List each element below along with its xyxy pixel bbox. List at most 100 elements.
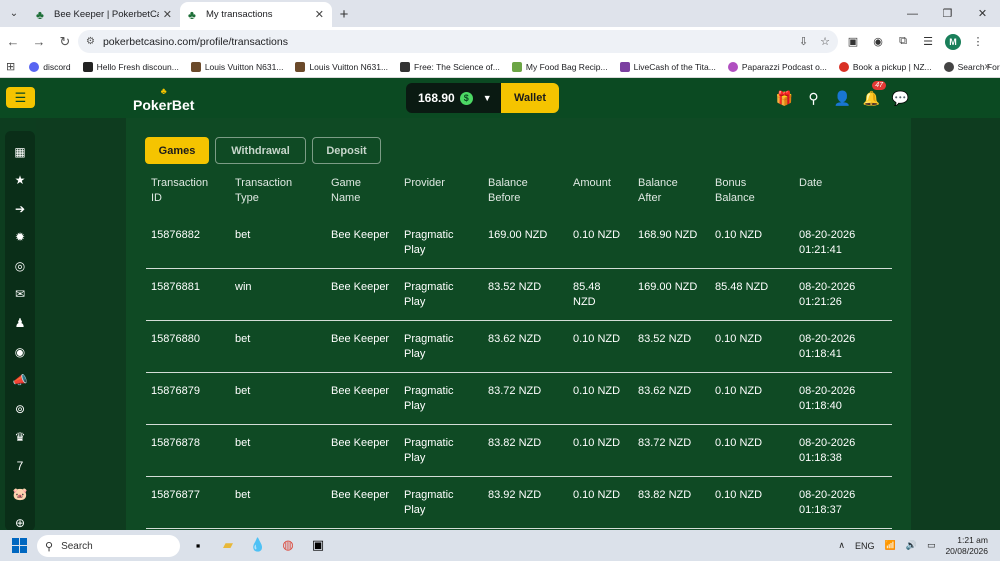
taskbar-clock[interactable]: 1:21 am 20/08/2026 bbox=[945, 535, 988, 557]
cell-line: 08-20-2026 bbox=[799, 385, 856, 397]
column-header-after: Balance After bbox=[638, 176, 678, 206]
app-window-icon[interactable]: ▣ bbox=[308, 535, 328, 555]
header-line: Balance bbox=[488, 177, 528, 189]
cell-provider: Pragmatic Play bbox=[404, 384, 454, 414]
tray-chevron-up-icon[interactable]: ∧ bbox=[838, 540, 845, 551]
header-line bbox=[573, 191, 611, 206]
calendar-icon[interactable]: ▦ bbox=[5, 142, 35, 162]
search-icon[interactable]: ⚲ bbox=[799, 90, 828, 107]
bookmark-item[interactable]: Hello Fresh discoun... bbox=[82, 61, 179, 72]
tab-my-transactions[interactable]: ♣ My transactions ✕ bbox=[180, 2, 332, 27]
battery-icon[interactable]: ▭ bbox=[927, 540, 936, 551]
extensions-puzzle-icon[interactable]: ⧉ bbox=[895, 34, 911, 50]
header-line: Amount bbox=[573, 177, 611, 189]
cell-line: 01:21:26 bbox=[799, 296, 842, 308]
row-divider bbox=[146, 528, 892, 529]
kebab-menu-icon[interactable]: ⋮ bbox=[970, 34, 986, 50]
clock-date: 20/08/2026 bbox=[945, 545, 988, 556]
hamburger-menu-icon[interactable]: ☰ bbox=[6, 87, 35, 108]
cell-date: 08-20-2026 01:21:41 bbox=[799, 228, 855, 258]
crown-icon[interactable]: ♛ bbox=[5, 427, 35, 447]
bookmark-item[interactable]: Louis Vuitton N631... bbox=[190, 61, 283, 72]
cell-line: 08-20-2026 bbox=[799, 437, 856, 449]
taskbar-search[interactable]: ⚲ Search bbox=[37, 535, 180, 557]
wifi-icon[interactable]: 📶 bbox=[885, 540, 896, 551]
address-bar[interactable]: ⚙ pokerbetcasino.com/profile/transaction… bbox=[78, 30, 838, 53]
close-icon[interactable]: ✕ bbox=[315, 8, 324, 21]
site-info-icon[interactable]: ⚙ bbox=[86, 36, 95, 47]
bell-icon[interactable]: 🔔 47 bbox=[857, 80, 886, 107]
minimize-icon[interactable]: — bbox=[895, 0, 930, 27]
arrow-right-circle-icon[interactable]: ➔ bbox=[5, 199, 35, 219]
bookmark-item[interactable]: Search Forums bbox=[943, 61, 1000, 72]
cell-before: 83.62 NZD bbox=[488, 333, 542, 345]
bookmark-favicon bbox=[727, 61, 738, 72]
chess-piece-icon[interactable]: ♟ bbox=[5, 313, 35, 333]
close-icon[interactable]: ✕ bbox=[163, 8, 172, 21]
gift-icon[interactable]: 🎁 bbox=[770, 90, 799, 107]
dollar-coin-icon: $ bbox=[459, 91, 473, 105]
balance-dropdown[interactable]: 168.90 $ ▼ bbox=[406, 83, 502, 113]
piggy-icon[interactable]: 🐷 bbox=[5, 484, 35, 504]
cell-line: 01:18:40 bbox=[799, 400, 842, 412]
restore-icon[interactable]: ❐ bbox=[930, 0, 965, 27]
cell-id: 15876877 bbox=[151, 489, 200, 501]
filter-games-button[interactable]: Games bbox=[145, 137, 209, 164]
filter-deposit-button[interactable]: Deposit bbox=[312, 137, 381, 164]
bookmark-item[interactable]: Louis Vuitton N631... bbox=[295, 61, 388, 72]
apps-grid-icon[interactable]: ⊞ bbox=[6, 60, 15, 73]
chat-icon[interactable]: 💬 bbox=[886, 90, 915, 107]
bookmark-item[interactable]: Book a pickup | NZ... bbox=[838, 61, 932, 72]
bookmark-item[interactable]: Free: The Science of... bbox=[400, 61, 500, 72]
media-list-icon[interactable]: ☰ bbox=[920, 34, 936, 50]
install-app-icon[interactable]: ⇩ bbox=[799, 35, 808, 48]
task-view-icon[interactable]: ▪ bbox=[188, 535, 208, 555]
tab-search-icon[interactable]: ⌄ bbox=[0, 0, 28, 27]
bookmark-favicon bbox=[838, 61, 849, 72]
chip-icon[interactable]: ⊚ bbox=[5, 399, 35, 419]
megaphone-icon[interactable]: 📣 bbox=[5, 370, 35, 390]
bookmark-favicon bbox=[943, 61, 954, 72]
profile-avatar[interactable]: M bbox=[945, 33, 961, 50]
envelope-icon[interactable]: ✉ bbox=[5, 284, 35, 304]
chevron-right-icon[interactable]: » bbox=[984, 61, 990, 72]
bookmark-favicon bbox=[295, 61, 306, 72]
forward-icon[interactable]: → bbox=[26, 27, 52, 56]
drop-app-icon[interactable]: 💧 bbox=[248, 535, 268, 555]
reload-icon[interactable]: ↻ bbox=[52, 27, 78, 56]
gear-icon[interactable]: ✹ bbox=[5, 227, 35, 247]
cell-before: 83.52 NZD bbox=[488, 281, 542, 293]
bookmark-item[interactable]: Paparazzi Podcast o... bbox=[727, 61, 827, 72]
extension-icon[interactable]: ◉ bbox=[870, 34, 886, 50]
wallet-button[interactable]: Wallet bbox=[501, 83, 559, 113]
roulette-icon[interactable]: ◉ bbox=[5, 342, 35, 362]
bookmark-favicon bbox=[619, 61, 630, 72]
browser-toolbar: ← → ↻ ⚙ pokerbetcasino.com/profile/trans… bbox=[0, 27, 1000, 56]
cell-type: bet bbox=[235, 489, 251, 501]
file-explorer-icon[interactable]: ▰ bbox=[218, 535, 238, 555]
filter-withdrawal-button[interactable]: Withdrawal bbox=[215, 137, 306, 164]
language-indicator[interactable]: ENG bbox=[855, 541, 875, 551]
bookmark-item[interactable]: discord bbox=[29, 61, 71, 72]
bookmark-item[interactable]: My Food Bag Recip... bbox=[511, 61, 608, 72]
new-tab-button[interactable]: + bbox=[332, 2, 356, 27]
seven-icon[interactable]: 7 bbox=[5, 456, 35, 476]
header-line: Before bbox=[488, 192, 521, 204]
cell-provider: Pragmatic Play bbox=[404, 228, 454, 258]
cell-line: 08-20-2026 bbox=[799, 489, 856, 501]
back-icon[interactable]: ← bbox=[0, 27, 26, 56]
clover-icon: ♣ bbox=[188, 7, 196, 22]
tab-bee-keeper[interactable]: ♣ Bee Keeper | PokerbetCasino ✕ bbox=[28, 2, 180, 27]
star-icon[interactable]: ★ bbox=[5, 170, 35, 190]
bookmark-star-icon[interactable]: ☆ bbox=[820, 35, 830, 48]
chrome-icon[interactable]: ◍ bbox=[278, 535, 298, 555]
close-window-icon[interactable]: ✕ bbox=[965, 0, 1000, 27]
extension-cc-icon[interactable]: ▣ bbox=[845, 34, 861, 50]
target-icon[interactable]: ◎ bbox=[5, 256, 35, 276]
user-icon[interactable]: 👤 bbox=[828, 90, 857, 107]
windows-start-icon[interactable] bbox=[12, 538, 27, 553]
bookmark-item[interactable]: LiveCash of the Tita... bbox=[619, 61, 716, 72]
cell-line: Play bbox=[404, 348, 426, 360]
volume-icon[interactable]: 🔊 bbox=[906, 540, 917, 551]
pokerbet-logo[interactable]: ♣ PokerBet bbox=[133, 84, 194, 114]
